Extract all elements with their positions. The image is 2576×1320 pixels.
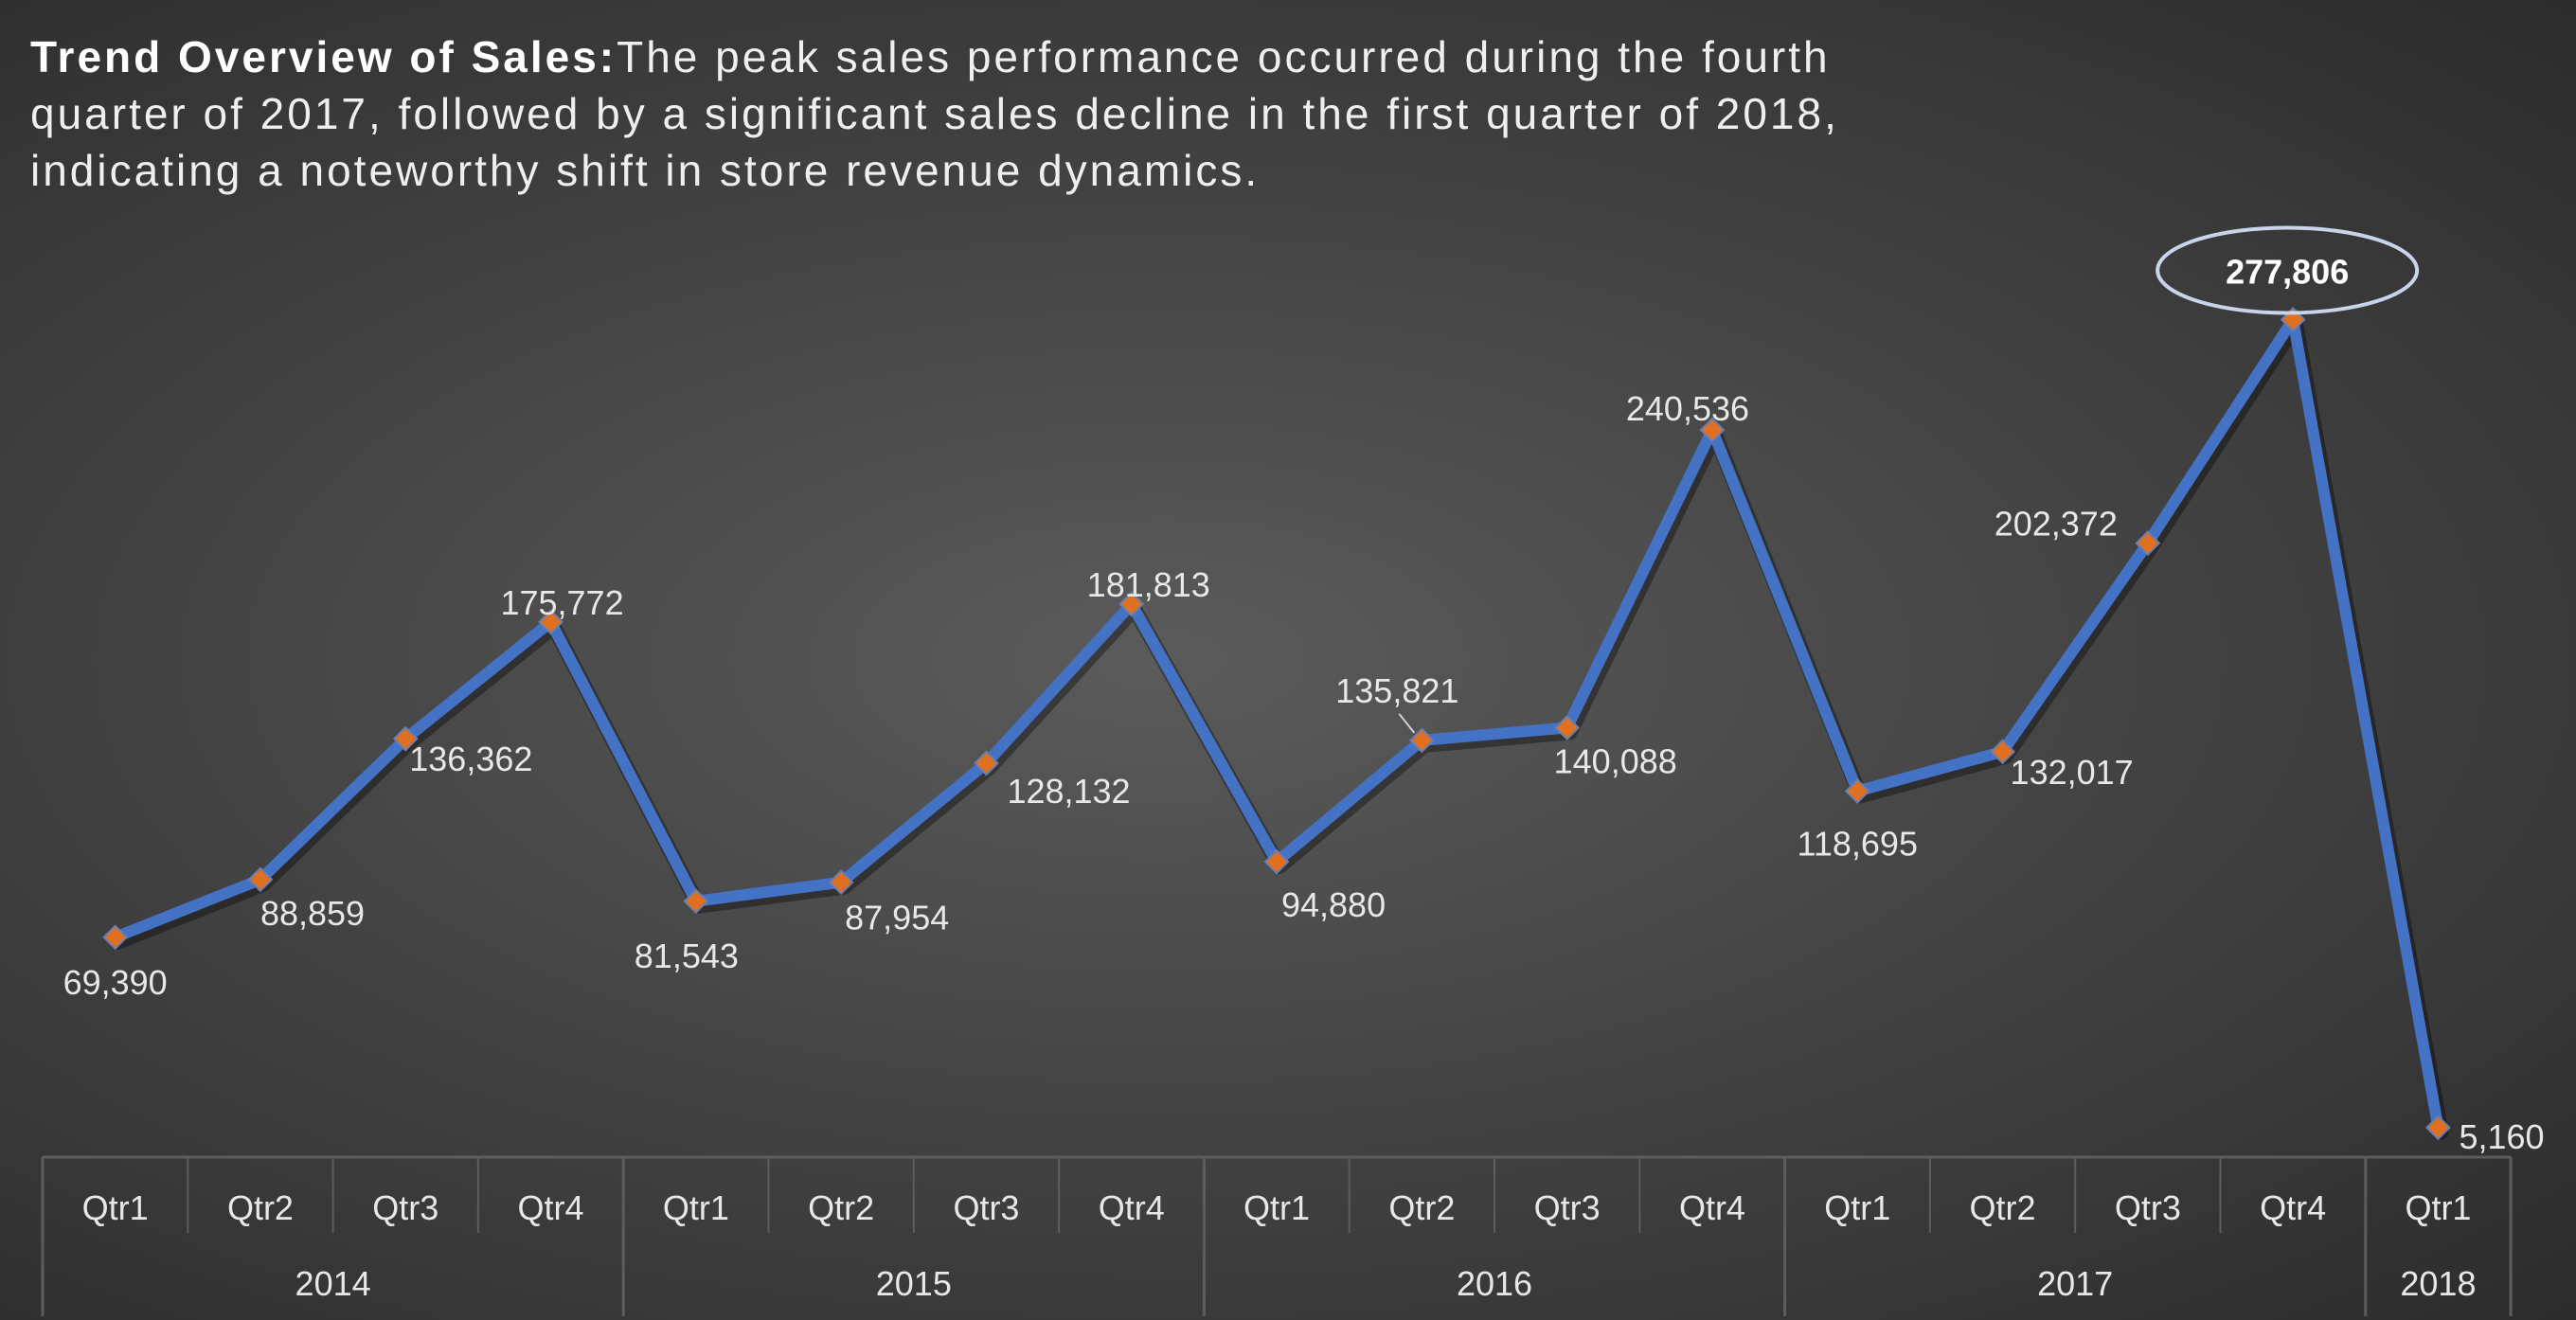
data-label-leader [1398, 713, 1416, 734]
data-label: 81,543 [635, 936, 739, 975]
data-label: 140,088 [1554, 742, 1677, 781]
x-tick-label: Qtr4 [2260, 1188, 2326, 1227]
data-label: 240,536 [1626, 389, 1749, 428]
x-tick-label: Qtr1 [1243, 1188, 1310, 1227]
x-tick-label: Qtr1 [82, 1188, 149, 1227]
data-label: 5,160 [2459, 1117, 2544, 1156]
line-chart: Qtr1 Qtr2 Qtr3 Qtr4 Qtr1 Qtr2 Qtr3 Qtr4 Qtr1 Qtr2… [41, 225, 2545, 1316]
year-tick-label: 2016 [1457, 1264, 1532, 1303]
data-label: 175,772 [500, 583, 623, 622]
data-label: 118,695 [1798, 824, 1918, 863]
data-label: 181,813 [1087, 565, 1210, 604]
x-tick-label: Qtr2 [1970, 1188, 2036, 1227]
marker-layer [102, 307, 2451, 1141]
x-tick-label: Qtr1 [1824, 1188, 1890, 1227]
data-label: 87,954 [845, 899, 949, 937]
x-tick-label: Qtr4 [1099, 1188, 1165, 1227]
year-tick-label: 2017 [2037, 1264, 2113, 1303]
data-label: 128,132 [1007, 772, 1130, 811]
series-line [109, 313, 2444, 1133]
x-tick-label: Qtr4 [518, 1188, 584, 1227]
data-label: 69,390 [63, 963, 168, 1002]
data-label-layer: 69,390 88,859 136,362 175,772 81,543 87,954 12… [63, 225, 2545, 1156]
x-tick-label: Qtr2 [227, 1188, 294, 1227]
x-tick-label: Qtr1 [2405, 1188, 2471, 1227]
year-tick-label: 2018 [2400, 1264, 2476, 1303]
data-label: 135,821 [1335, 671, 1458, 710]
x-tick-label: Qtr3 [953, 1188, 1019, 1227]
category-axis: Qtr1 Qtr2 Qtr3 Qtr4 Qtr1 Qtr2 Qtr3 Qtr4 Qtr1 Qtr2… [41, 1155, 2513, 1316]
data-label: 94,880 [1281, 885, 1386, 924]
x-tick-label: Qtr3 [2115, 1188, 2181, 1227]
data-label: 132,017 [2011, 753, 2134, 792]
year-tick-label: 2014 [295, 1264, 371, 1303]
data-label: 277,806 [2226, 252, 2349, 291]
x-tick-label: Qtr1 [663, 1188, 729, 1227]
x-tick-label: Qtr3 [372, 1188, 438, 1227]
x-tick-label: Qtr2 [1388, 1188, 1455, 1227]
data-label: 88,859 [260, 894, 365, 933]
x-tick-label: Qtr4 [1679, 1188, 1745, 1227]
x-tick-label: Qtr2 [808, 1188, 874, 1227]
series-line-layer [109, 313, 2449, 1140]
series-line-shadow [110, 316, 2449, 1140]
data-label: 202,372 [1995, 505, 2118, 544]
year-tick-label: 2015 [876, 1264, 952, 1303]
x-tick-label: Qtr3 [1534, 1188, 1601, 1227]
data-label: 136,362 [409, 740, 532, 778]
